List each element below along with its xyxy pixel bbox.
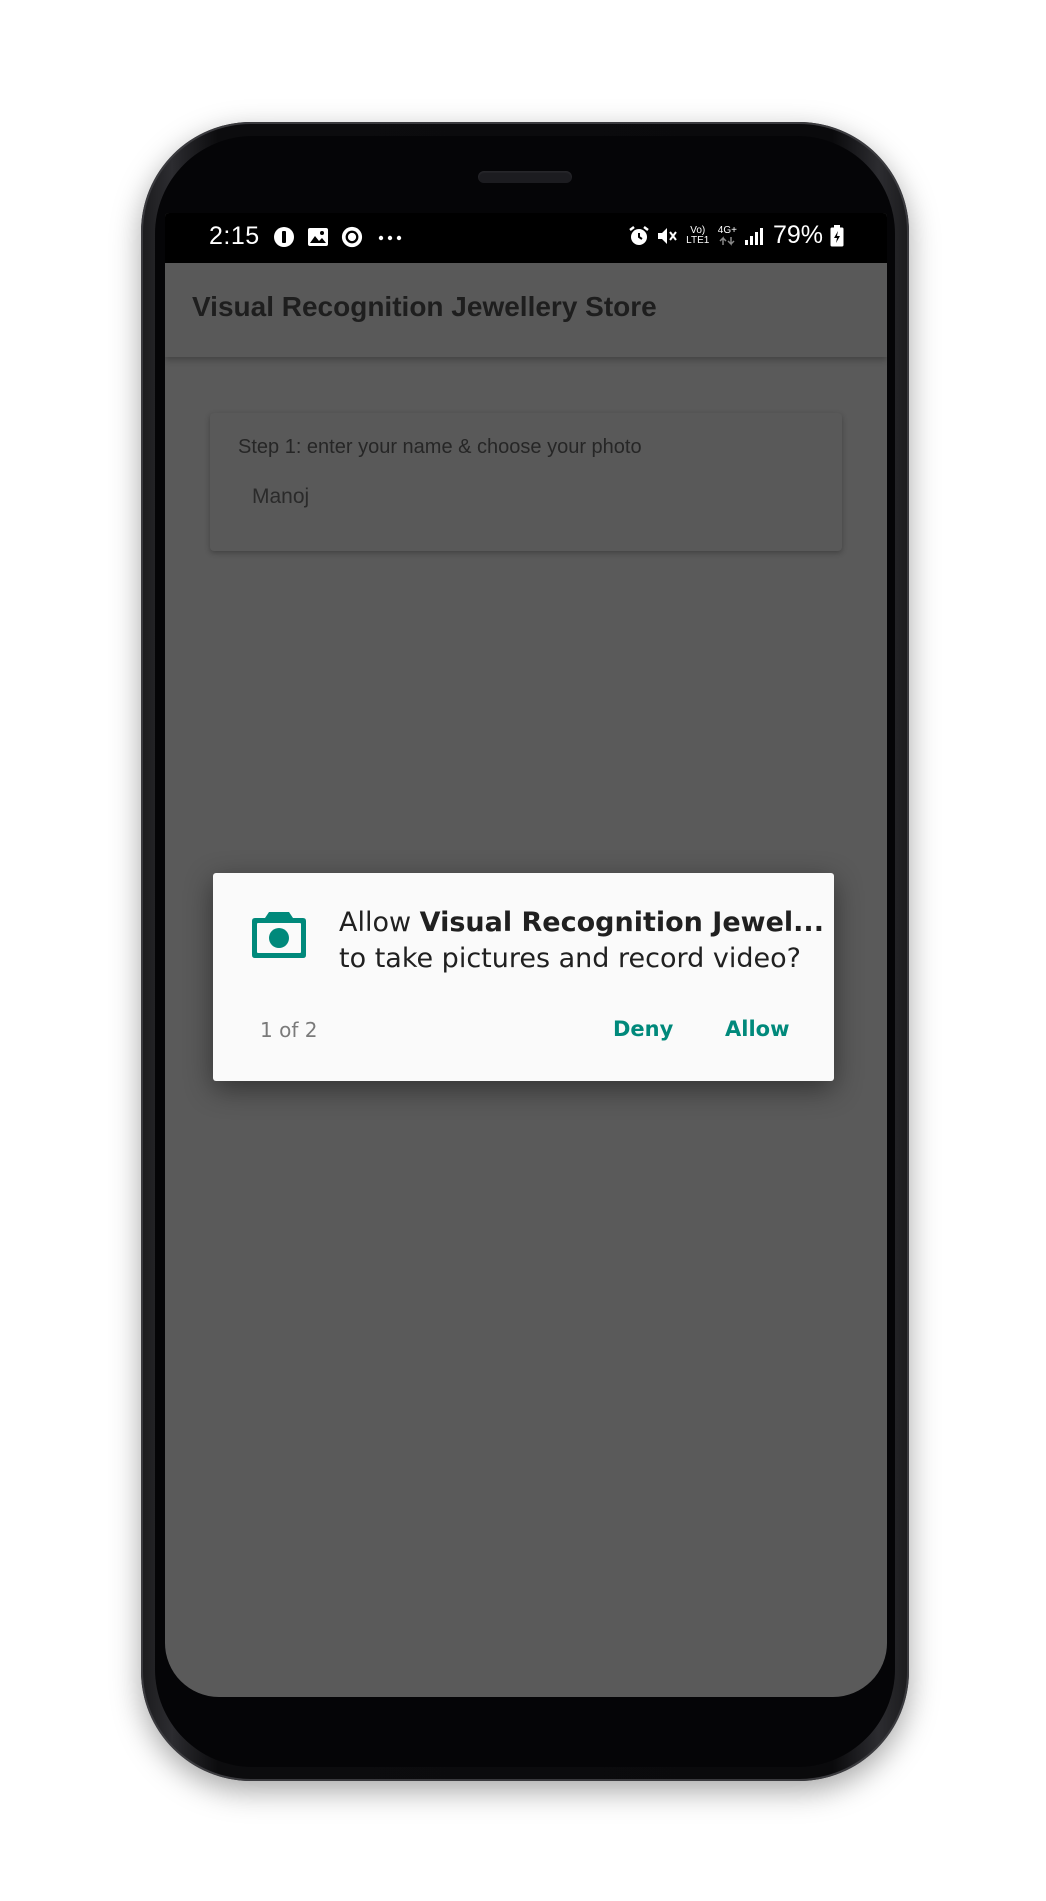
permission-counter: 1 of 2 [260,1018,318,1042]
permission-message: Allow Visual Recognition Jewel... to tak… [339,905,824,977]
status-bar: 2:15 Vo) LTE1 4G+ 79% [165,213,887,263]
notification-icons [273,226,405,248]
data-arrows-icon: 4G+ [717,224,737,246]
name-input[interactable] [238,477,812,517]
permission-request: to take pictures and record video? [339,943,801,974]
volte-icon: Vo) LTE1 [684,224,712,246]
permission-prefix: Allow [339,907,420,938]
alarm-icon [628,225,650,247]
camera-icon [251,909,307,959]
permission-dialog: Allow Visual Recognition Jewel... to tak… [213,873,834,1081]
step-card: Step 1: enter your name & choose your ph… [210,413,842,551]
record-icon [341,226,363,248]
image-icon [307,226,329,248]
deny-button[interactable]: Deny [605,1006,681,1052]
info-circle-icon [273,226,295,248]
system-status-icons: Vo) LTE1 4G+ 79% [628,221,845,250]
permission-app-name: Visual Recognition Jewel... [419,907,824,938]
app-title: Visual Recognition Jewellery Store [192,291,657,322]
volte-label: Vo) LTE1 [686,224,710,246]
mute-icon [656,225,678,247]
battery-charging-icon [829,224,845,247]
allow-button[interactable]: Allow [717,1006,797,1052]
app-bar: Visual Recognition Jewellery Store [165,263,887,357]
step-heading: Step 1: enter your name & choose your ph… [238,436,642,458]
status-time: 2:15 [209,222,260,250]
battery-percent: 79% [772,221,823,249]
network-type-label: 4G+ [717,224,737,236]
device-stage: 2:15 Vo) LTE1 4G+ 79% Visual Recognition… [0,0,1046,1901]
signal-icon [743,225,765,247]
earpiece-speaker [478,171,572,183]
more-dots-icon [375,226,405,248]
